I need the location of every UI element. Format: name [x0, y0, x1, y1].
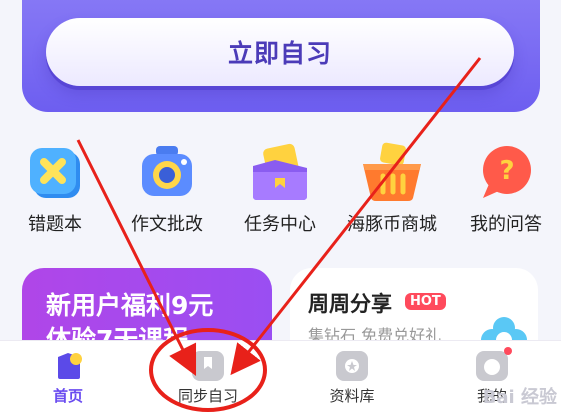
- feature-error-book[interactable]: 错题本: [3, 138, 107, 236]
- feature-essay-correction[interactable]: 作文批改: [115, 138, 219, 236]
- share-title: 周周分享: [308, 292, 392, 316]
- feature-label: 我的问答: [470, 214, 542, 235]
- tab-library[interactable]: 资料库: [302, 341, 402, 418]
- study-now-button[interactable]: 立即自习: [46, 18, 514, 86]
- bottom-tab-bar: 首页 同步自习 资料库 我的: [0, 340, 561, 418]
- tab-home[interactable]: 首页: [18, 341, 118, 418]
- tab-label: 首页: [52, 387, 83, 405]
- svg-text:?: ?: [499, 156, 514, 186]
- shopping-basket-icon: [357, 138, 427, 208]
- book-icon: [192, 351, 224, 381]
- feature-label: 任务中心: [244, 214, 316, 235]
- tab-sync-study[interactable]: 同步自习: [158, 341, 258, 418]
- promo-title: 新用户福利9元: [46, 291, 214, 320]
- hot-badge: HOT: [405, 293, 446, 310]
- feature-my-qa[interactable]: ? 我的问答: [454, 138, 558, 236]
- library-icon: [336, 351, 368, 381]
- feature-label: 海豚币商城: [347, 214, 437, 235]
- error-book-icon: [20, 138, 90, 208]
- watermark-logo: Bai 经验: [482, 387, 557, 408]
- question-bubble-icon: ?: [471, 138, 541, 208]
- feature-coin-mall[interactable]: 海豚币商城: [340, 138, 444, 236]
- tab-label: 资料库: [329, 387, 375, 405]
- home-icon: [52, 351, 84, 381]
- camera-icon: [132, 138, 202, 208]
- feature-row: 错题本 作文批改 任务中心 海豚币商城 ? 我的问答: [0, 138, 561, 238]
- tab-label: 同步自习: [177, 387, 238, 405]
- feature-task-center[interactable]: 任务中心: [228, 138, 332, 236]
- user-icon: [476, 347, 512, 381]
- task-folder-icon: [245, 138, 315, 208]
- feature-label: 作文批改: [131, 214, 203, 235]
- feature-label: 错题本: [28, 214, 82, 235]
